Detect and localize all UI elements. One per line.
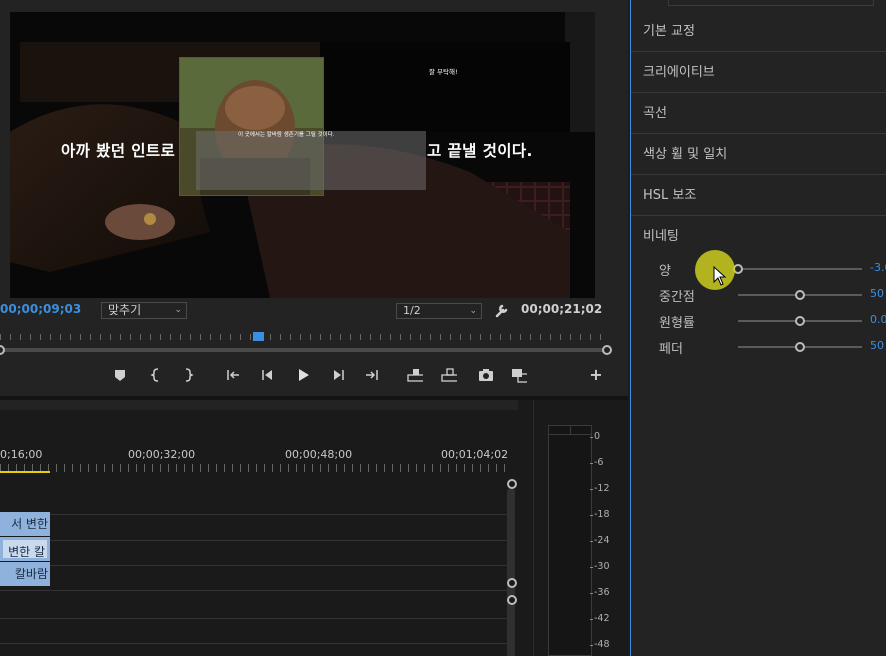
- mark-in-icon[interactable]: [148, 367, 164, 383]
- chevron-down-icon: ⌄: [469, 306, 477, 316]
- db-label: -24: [590, 535, 610, 546]
- current-timecode[interactable]: 00;00;09;03: [0, 302, 81, 320]
- timeline-ruler[interactable]: [0, 464, 505, 472]
- section-curves[interactable]: 곡선: [631, 93, 886, 134]
- slider-label: 양: [659, 264, 671, 279]
- vignette-amount-slider[interactable]: [738, 268, 862, 270]
- step-back-icon[interactable]: [259, 367, 275, 383]
- vignette-amount-row: 양 -3.0: [631, 258, 886, 280]
- slider-label: 원형률: [659, 316, 695, 331]
- video-preview[interactable]: 아까 봤던 인트로 고 끝낼 것이다. 잘 부탁해! 이 곳에서는 칼바람 생존…: [10, 12, 595, 298]
- slider-value[interactable]: -3.0: [870, 261, 886, 274]
- playhead[interactable]: [253, 332, 264, 341]
- track-divider: [0, 540, 507, 541]
- subtitle-top-right: 잘 부탁해!: [429, 68, 458, 76]
- db-label: -30: [590, 561, 610, 572]
- lift-icon[interactable]: [407, 367, 423, 383]
- db-label: -36: [590, 587, 610, 598]
- fit-dropdown[interactable]: 맞추기 ⌄: [101, 302, 187, 319]
- subtitle-right: 고 끝낼 것이다.: [427, 142, 533, 160]
- db-label: 0: [589, 431, 601, 442]
- timeline-time-label: 00;00;32;00: [128, 448, 196, 461]
- subtitle-left: 아까 봤던 인트로: [61, 142, 176, 160]
- caption-clip-selected[interactable]: 변한 칼: [0, 537, 50, 561]
- section-creative[interactable]: 크리에이티브: [631, 52, 886, 93]
- db-label: -42: [590, 613, 610, 624]
- scrollbar-handle[interactable]: [507, 578, 517, 588]
- duration-timecode: 00;00;21;02: [521, 302, 603, 316]
- scrub-end-handle[interactable]: [602, 345, 612, 355]
- work-area-bar[interactable]: [0, 471, 50, 473]
- program-monitor: 아까 봤던 인트로 고 끝낼 것이다. 잘 부탁해! 이 곳에서는 칼바람 생존…: [0, 0, 628, 396]
- db-label: -12: [590, 483, 610, 494]
- section-basic-correction[interactable]: 기본 교정: [631, 11, 886, 52]
- db-label: -6: [589, 457, 604, 468]
- track-divider: [0, 643, 507, 644]
- section-hsl-secondary[interactable]: HSL 보조: [631, 175, 886, 216]
- extract-icon[interactable]: [441, 367, 457, 383]
- slider-value[interactable]: 0.0: [870, 313, 886, 326]
- go-to-in-icon[interactable]: [225, 367, 241, 383]
- add-button-icon[interactable]: +: [588, 367, 604, 383]
- comparison-view-icon[interactable]: [511, 367, 527, 383]
- slider-handle[interactable]: [795, 316, 805, 326]
- audio-meter-bar: [548, 425, 592, 656]
- audio-meter: 0 -6 -12 -18 -24 -30 -36 -42 -48: [533, 400, 628, 656]
- zoom-scrollbar[interactable]: [0, 348, 607, 352]
- mark-out-icon[interactable]: [180, 367, 196, 383]
- fit-dropdown-value: 맞추기: [108, 303, 142, 317]
- marker-icon[interactable]: [112, 367, 128, 383]
- resolution-dropdown-value: 1/2: [403, 304, 421, 317]
- lumetri-top-field: [668, 0, 874, 6]
- slider-label: 중간점: [659, 290, 695, 305]
- resolution-dropdown[interactable]: 1/2 ⌄: [396, 303, 482, 319]
- lumetri-color-panel: 기본 교정 크리에이티브 곡선 색상 휠 및 일치 HSL 보조 비네팅 양 -…: [631, 0, 886, 656]
- scrollbar-handle-top[interactable]: [507, 479, 517, 489]
- slider-handle[interactable]: [795, 342, 805, 352]
- slider-value[interactable]: 50: [870, 287, 884, 300]
- mouse-cursor-icon: [713, 266, 727, 286]
- track-divider: [0, 565, 507, 566]
- vignette-feather-row: 페더 50: [631, 336, 886, 358]
- timeline-vertical-scrollbar[interactable]: [507, 488, 515, 656]
- scrollbar-handle-bottom[interactable]: [507, 595, 517, 605]
- track-divider: [0, 590, 507, 591]
- step-forward-icon[interactable]: [331, 367, 347, 383]
- chevron-down-icon: ⌄: [174, 305, 182, 315]
- timeline-header: [0, 400, 518, 410]
- caption-clip[interactable]: 칼바람: [0, 562, 50, 586]
- pip-caption: 이 곳에서는 칼바람 생존기를 그릴 것이다.: [238, 132, 335, 138]
- play-icon[interactable]: [295, 367, 311, 383]
- wrench-icon[interactable]: [494, 303, 509, 318]
- vignette-midpoint-row: 중간점 50: [631, 284, 886, 306]
- timeline-time-label: 00;00;48;00: [285, 448, 353, 461]
- track-divider: [0, 514, 507, 515]
- vignette-roundness-row: 원형률 0.0: [631, 310, 886, 332]
- scrub-start-handle[interactable]: [0, 345, 5, 355]
- timeline-time-label: 00;01;04;02: [441, 448, 509, 461]
- go-to-out-icon[interactable]: [364, 367, 380, 383]
- slider-label: 페더: [659, 342, 683, 357]
- section-color-wheels[interactable]: 색상 휠 및 일치: [631, 134, 886, 175]
- slider-handle[interactable]: [795, 290, 805, 300]
- db-label: -48: [590, 639, 610, 650]
- scrub-ruler: [0, 334, 607, 340]
- playback-scrubber[interactable]: [0, 332, 612, 356]
- db-label: -18: [590, 509, 610, 520]
- track-divider: [0, 618, 507, 619]
- caption-clip[interactable]: 서 변한: [0, 512, 50, 536]
- timeline-time-label: 0;16;00: [0, 448, 43, 461]
- pip-caption-box: [196, 131, 426, 190]
- slider-value[interactable]: 50: [870, 339, 884, 352]
- export-frame-icon[interactable]: [478, 367, 494, 383]
- section-vignette[interactable]: 비네팅: [631, 216, 886, 257]
